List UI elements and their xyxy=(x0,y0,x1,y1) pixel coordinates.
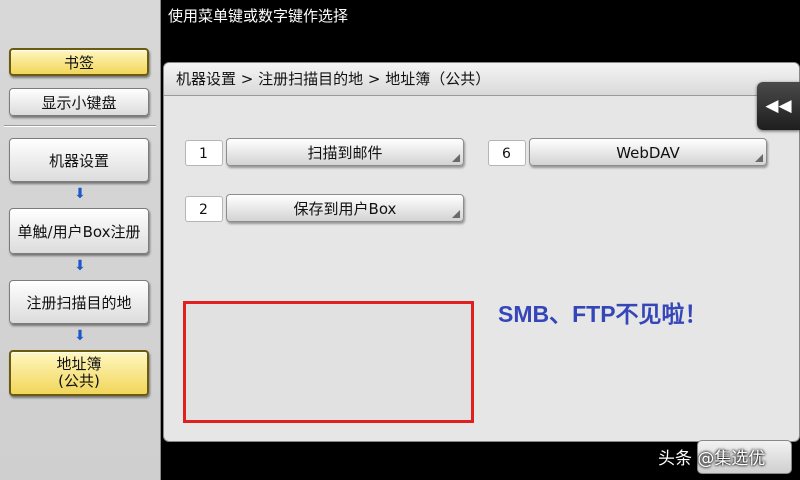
step-label: 注册扫描目的地 xyxy=(26,293,132,312)
instruction-text: 使用菜单键或数字键作选择 xyxy=(168,7,349,25)
annotation-text: SMB、FTP不见啦！ xyxy=(498,301,708,327)
breadcrumb: 机器设置 > 注册扫描目的地 > 地址簿（公共） xyxy=(164,63,799,96)
submenu-corner-icon xyxy=(452,154,460,162)
step-address-book-public[interactable]: 地址簿 (公共) xyxy=(9,350,149,396)
step-label-line2: (公共) xyxy=(58,372,100,390)
option-number-6: 6 xyxy=(488,140,526,166)
webdav-button[interactable]: WebDAV xyxy=(529,138,767,166)
step-label: 机器设置 xyxy=(48,151,109,170)
left-sidebar: 书签 显示小键盘 机器设置 ⬇ 单触/用户Box注册 ⬇ 注册扫描目的地 ⬇ 地… xyxy=(0,0,161,480)
step-label-line1: 地址簿 xyxy=(56,355,102,373)
down-arrow-icon: ⬇ xyxy=(74,328,86,344)
submenu-corner-icon xyxy=(452,210,460,218)
submenu-corner-icon xyxy=(755,154,763,162)
collapse-panel-button[interactable]: ◀◀ xyxy=(757,82,800,130)
option-number-2: 2 xyxy=(185,196,223,222)
button-label: 扫描到邮件 xyxy=(307,144,383,162)
highlight-box xyxy=(183,301,474,423)
down-arrow-icon: ⬇ xyxy=(74,186,86,202)
scan-to-email-button[interactable]: 扫描到邮件 xyxy=(226,138,464,166)
bookmark-button[interactable]: 书签 xyxy=(9,48,149,76)
step-one-touch-user-box[interactable]: 单触/用户Box注册 xyxy=(9,208,149,254)
button-label: WebDAV xyxy=(616,144,680,162)
bookmark-label: 书签 xyxy=(63,53,94,72)
step-register-scan-destination[interactable]: 注册扫描目的地 xyxy=(9,280,149,324)
step-label: 地址簿 (公共) xyxy=(56,356,101,390)
save-to-user-box-button[interactable]: 保存到用户Box xyxy=(226,194,464,222)
down-arrow-icon: ⬇ xyxy=(74,258,86,274)
sidebar-divider xyxy=(4,125,156,127)
button-label: 保存到用户Box xyxy=(293,200,397,218)
watermark: 头条 @集选优 xyxy=(658,449,766,469)
step-machine-settings[interactable]: 机器设置 xyxy=(9,138,149,182)
show-keypad-button[interactable]: 显示小键盘 xyxy=(9,88,149,116)
double-chevron-left-icon: ◀◀ xyxy=(765,96,792,116)
step-label: 单触/用户Box注册 xyxy=(17,222,141,241)
option-number-1: 1 xyxy=(185,140,223,166)
show-keypad-label: 显示小键盘 xyxy=(41,93,117,112)
